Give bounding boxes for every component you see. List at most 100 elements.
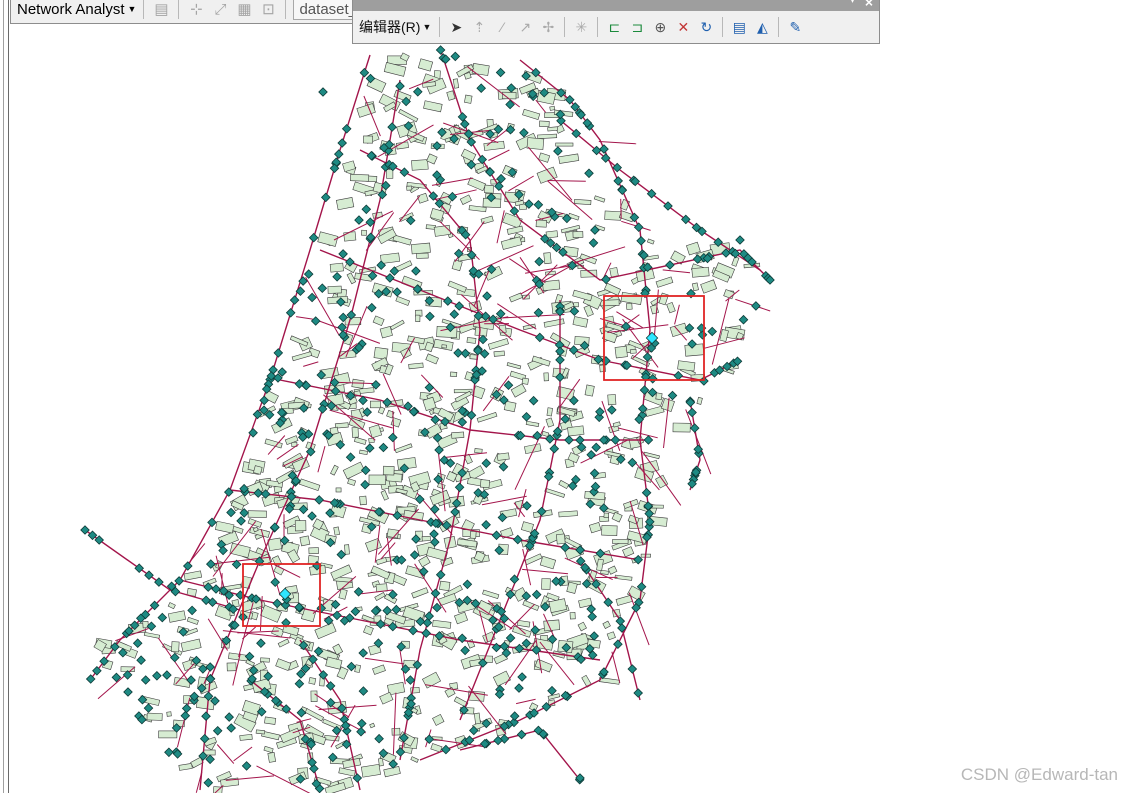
junction-node [453,348,463,358]
junction-node [164,747,174,758]
junction-node [587,611,598,622]
sketch-properties-icon[interactable]: ◭ [752,17,772,37]
street [187,543,206,565]
topology-icon[interactable]: ⊏ [604,17,624,37]
junction-node [627,457,638,468]
building [186,616,199,625]
straight-segment-icon[interactable]: ⁄ [492,17,512,37]
building [543,372,549,382]
building [330,464,339,476]
junction-node [345,452,356,463]
building [629,348,637,354]
dropdown-caret-icon: ▼ [127,4,137,14]
junction-node [289,295,300,305]
junction-node [187,605,197,616]
building [363,625,374,636]
junction-node [477,154,488,165]
building [294,520,307,532]
junction-node [346,661,357,672]
solve-icon[interactable]: ⤢ [210,0,230,19]
junction-node [606,405,617,415]
building [373,346,389,360]
junction-node [317,283,328,294]
building [476,411,498,423]
building [572,316,589,328]
junction-node [387,122,397,132]
street [598,141,637,145]
building [543,318,565,328]
building [593,195,606,203]
building [607,565,618,575]
attributes-icon[interactable]: ▤ [729,17,749,37]
network-analyst-dropdown[interactable]: Network Analyst ▼ [17,1,136,18]
building [380,252,401,264]
junction-node [528,395,539,406]
building [335,487,342,493]
midpoint-icon[interactable]: ✢ [538,17,558,37]
junction-node [223,487,234,497]
split-icon[interactable]: ⊕ [650,17,670,37]
building [572,231,584,239]
editor-toolbar-titlebar[interactable]: ▾ × [353,0,879,11]
directions-icon[interactable]: ▦ [234,0,254,19]
toolbar-separator [178,0,180,19]
pin-icon[interactable]: ▾ [850,0,855,6]
junction-node [332,271,342,282]
rotate-icon[interactable]: ↻ [696,17,716,37]
building [620,291,643,305]
junction-node [633,222,644,233]
junction-node [610,435,621,445]
building [520,521,534,533]
edit-vertices-icon[interactable]: ⊐ [627,17,647,37]
build-network-icon[interactable]: ⊡ [258,0,278,19]
building [407,335,425,345]
close-icon[interactable]: × [865,0,873,10]
junction-node [203,777,214,788]
junction-node [182,561,193,571]
building [543,619,561,632]
create-features-icon[interactable]: ✎ [785,17,805,37]
edit-tool-icon[interactable]: ➤ [446,17,466,37]
building [655,474,669,489]
building [180,638,202,653]
building [573,198,592,206]
junction-node [481,458,492,469]
junction-node [361,204,372,215]
junction-node [409,550,420,560]
building [360,763,381,778]
junction-node [241,761,252,771]
junction-node [333,149,344,159]
junction-node [435,45,446,55]
building [545,417,555,428]
junction-node [591,442,602,453]
building [567,425,585,437]
building [343,231,357,242]
street [620,198,622,219]
junction-node [236,516,246,526]
building [389,319,405,331]
junction-node [378,442,389,453]
building [612,421,621,428]
junction-node [430,588,441,599]
reshape-icon[interactable]: ✕ [673,17,693,37]
building [390,417,402,428]
sketch-tool-icon[interactable]: ⇡ [469,17,489,37]
junction-node [392,287,402,297]
snapping-icon[interactable]: ✳ [571,17,591,37]
street [318,704,377,711]
building [325,656,343,670]
building [669,322,688,338]
building [655,392,663,401]
building [534,658,553,673]
junction-node [307,511,317,521]
building [451,259,463,272]
building [506,225,524,235]
street [382,373,402,415]
building [351,426,359,438]
map-canvas[interactable] [0,0,1122,793]
editor-menu[interactable]: 编辑器(R) ▼ [357,17,433,37]
building [143,631,161,639]
network-analyst-window-icon[interactable]: ▤ [151,0,171,19]
trace-icon[interactable]: ↗ [515,17,535,37]
new-route-icon[interactable]: ⊹ [186,0,206,19]
